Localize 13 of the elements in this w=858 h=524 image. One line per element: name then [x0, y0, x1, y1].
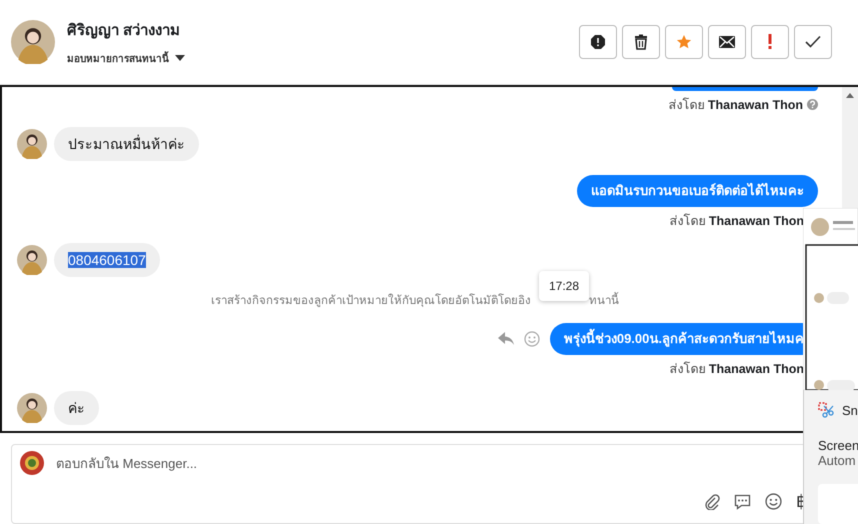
message-bubble: ประมาณหมื่นห้าค่ะ: [54, 126, 199, 161]
system-notice: เราสร้างกิจกรรมของลูกค้าเป้าหมายให้กับคุณโดยอัตโนมัติโดยอิง: [211, 292, 531, 309]
system-notice: ทนานี้: [589, 290, 619, 309]
message-bubble: 0804606107: [54, 242, 160, 277]
notification-title: Sni: [842, 402, 858, 418]
notification-text: Autom: [818, 453, 857, 468]
message-bubble: แอดมินรบกวนขอเบอร์ติดต่อได้ไหมคะ: [577, 174, 818, 207]
sent-by-label: ส่งโดย Thanawan Thon: [669, 360, 804, 378]
message-bubble: ค่ะ: [54, 390, 99, 425]
sent-by-label: ส่งโดย Thanawan Thon: [668, 96, 803, 114]
time-tooltip: 17:28: [539, 270, 590, 301]
contact-name: ศิริญญา สว่างงาม: [67, 20, 182, 41]
sent-by-label: ส่งโดย Thanawan Thon: [669, 212, 804, 230]
